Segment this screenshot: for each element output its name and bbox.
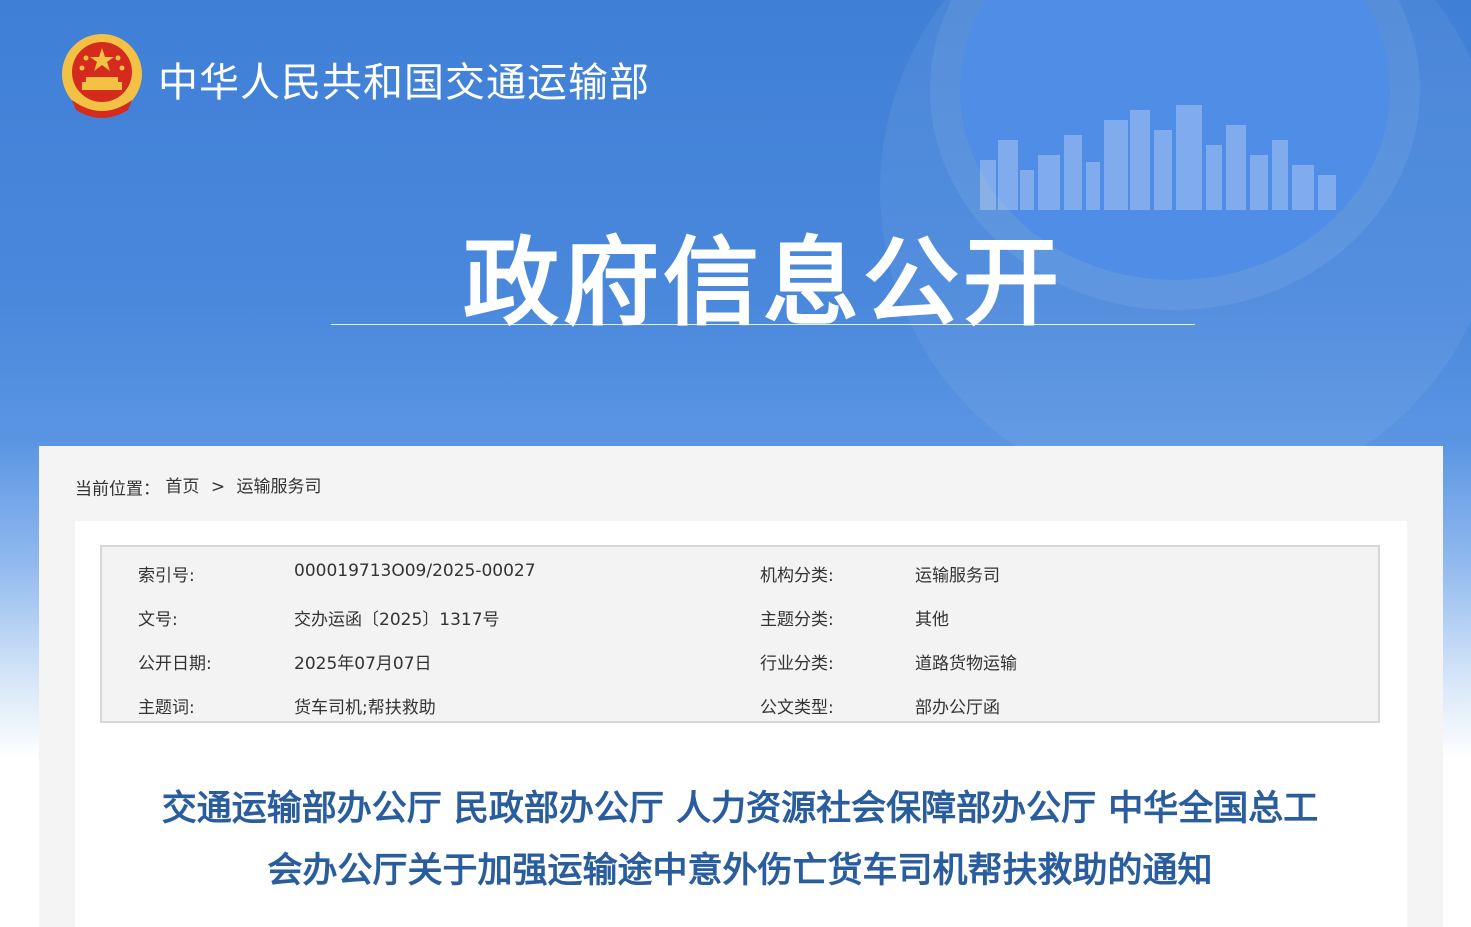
document-metadata-table: 索引号: 000019713O09/2025-00027 机构分类: 运输服务司… (100, 545, 1380, 723)
industry-category-label: 行业分类: (760, 654, 834, 674)
metadata-row: 公开日期: 2025年07月07日 行业分类: 道路货物运输 (102, 637, 1378, 681)
title-divider (331, 324, 1195, 325)
publish-date-label: 公开日期: (138, 654, 212, 674)
keywords-label: 主题词: (138, 698, 195, 718)
breadcrumb-home-link[interactable]: 首页 (165, 477, 199, 497)
breadcrumb-label: 当前位置： (75, 479, 160, 500)
breadcrumb-separator: > (210, 477, 226, 497)
document-title: 交通运输部办公厅 民政部办公厅 人力资源社会保障部办公厅 中华全国总工 会办公厅… (100, 778, 1380, 902)
index-number-value: 000019713O09/2025-00027 (294, 561, 536, 581)
document-title-line-2: 会办公厅关于加强运输途中意外伤亡货车司机帮扶救助的通知 (267, 851, 1213, 891)
index-number-label: 索引号: (138, 566, 195, 586)
topic-category-label: 主题分类: (760, 610, 834, 630)
document-title-line-1: 交通运输部办公厅 民政部办公厅 人力资源社会保障部办公厅 中华全国总工 (161, 789, 1319, 829)
keywords-value: 货车司机;帮扶救助 (294, 698, 436, 718)
document-type-label: 公文类型: (760, 698, 834, 718)
organization-category-label: 机构分类: (760, 566, 834, 586)
national-emblem-logo (62, 34, 142, 118)
document-type-value: 部办公厅函 (915, 698, 1000, 718)
breadcrumb: 当前位置： 首页 > 运输服务司 (75, 472, 321, 500)
document-number-value: 交办运函〔2025〕1317号 (294, 610, 500, 630)
metadata-row: 文号: 交办运函〔2025〕1317号 主题分类: 其他 (102, 593, 1378, 637)
breadcrumb-department-link[interactable]: 运输服务司 (236, 477, 321, 497)
site-title[interactable]: 中华人民共和国交通运输部 (158, 50, 650, 108)
metadata-row: 主题词: 货车司机;帮扶救助 公文类型: 部办公厅函 (102, 681, 1378, 725)
organization-category-value: 运输服务司 (915, 566, 1000, 586)
document-number-label: 文号: (138, 610, 178, 630)
topic-category-value: 其他 (915, 610, 949, 630)
publish-date-value: 2025年07月07日 (294, 654, 432, 674)
industry-category-value: 道路货物运输 (915, 654, 1017, 674)
city-skyline-graphic (980, 105, 1336, 210)
metadata-row: 索引号: 000019713O09/2025-00027 机构分类: 运输服务司 (102, 549, 1378, 593)
